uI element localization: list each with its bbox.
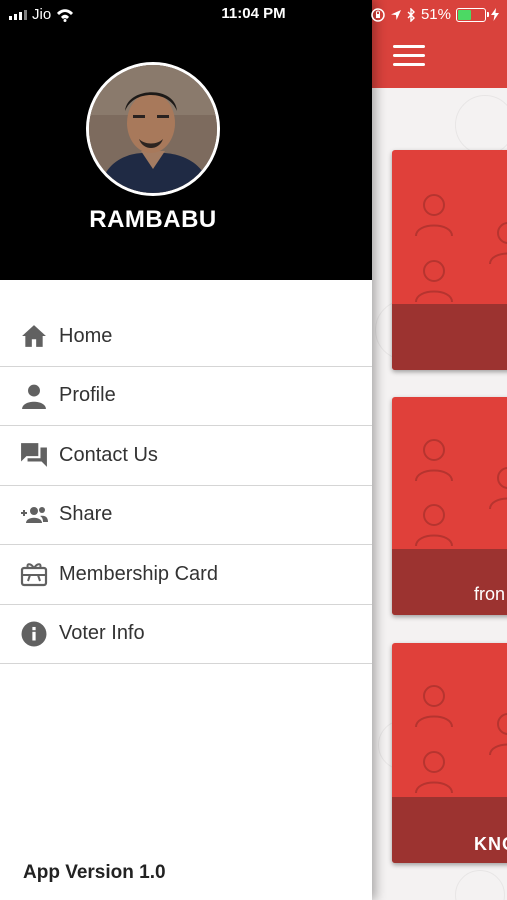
card-gift-icon xyxy=(20,560,48,588)
status-bar-right: 51% xyxy=(371,6,499,23)
card-footer-text: fron xyxy=(474,584,506,604)
user-photo xyxy=(89,65,217,193)
menu-item-voter-info[interactable]: Voter Info xyxy=(0,605,372,664)
person-watermark-icon xyxy=(489,467,507,509)
person-icon xyxy=(20,382,48,410)
add-people-icon xyxy=(20,501,48,529)
mandala-pattern xyxy=(455,95,507,155)
menu-item-label: Contact Us xyxy=(59,443,158,466)
person-watermark-icon xyxy=(489,713,507,755)
feature-card[interactable] xyxy=(392,150,507,370)
menu-item-home[interactable]: Home xyxy=(0,307,372,367)
person-watermark-icon xyxy=(415,260,453,302)
hamburger-menu-icon[interactable] xyxy=(393,45,425,69)
bluetooth-icon xyxy=(407,7,415,22)
person-watermark-icon xyxy=(415,439,453,481)
drawer-header: RAMBABU xyxy=(0,0,372,280)
battery-fill xyxy=(458,9,472,20)
status-bar: Jio 11:04 PM 51% xyxy=(0,0,507,32)
menu-item-contact-us[interactable]: Contact Us xyxy=(0,426,372,486)
home-icon xyxy=(20,322,48,350)
menu-item-profile[interactable]: Profile xyxy=(0,367,372,426)
navigation-drawer: RAMBABU Home Profile Contact Us Share Me… xyxy=(0,0,372,900)
menu-item-label: Voter Info xyxy=(59,622,145,645)
person-watermark-icon xyxy=(489,222,507,264)
battery-icon xyxy=(456,7,489,22)
menu-item-label: Share xyxy=(59,503,113,526)
location-icon xyxy=(390,9,401,20)
info-icon xyxy=(20,620,48,648)
person-watermark-icon xyxy=(415,194,453,236)
menu-item-membership-card[interactable]: Membership Card xyxy=(0,545,372,605)
menu-item-label: Home xyxy=(59,324,113,347)
battery-percent: 51% xyxy=(420,6,451,23)
card-footer: KNO xyxy=(392,797,507,863)
drawer-menu: Home Profile Contact Us Share Membership… xyxy=(0,307,372,664)
card-footer xyxy=(392,304,507,370)
avatar[interactable] xyxy=(86,62,220,196)
person-watermark-icon xyxy=(415,751,453,793)
card-footer: fron xyxy=(392,549,507,615)
menu-item-share[interactable]: Share xyxy=(0,486,372,545)
menu-item-label: Membership Card xyxy=(59,562,218,585)
charging-icon xyxy=(491,8,499,21)
person-watermark-icon xyxy=(415,685,453,727)
orientation-lock-icon xyxy=(371,7,385,22)
person-watermark-icon xyxy=(415,504,453,546)
app-version: App Version 1.0 xyxy=(23,862,166,883)
card-footer-text: KNO xyxy=(474,834,507,854)
user-name: RAMBABU xyxy=(89,206,217,233)
chat-icon xyxy=(20,441,48,469)
mandala-pattern xyxy=(455,870,505,900)
menu-item-label: Profile xyxy=(59,384,116,407)
feature-card[interactable]: fron xyxy=(392,397,507,615)
feature-card[interactable]: KNO xyxy=(392,643,507,863)
